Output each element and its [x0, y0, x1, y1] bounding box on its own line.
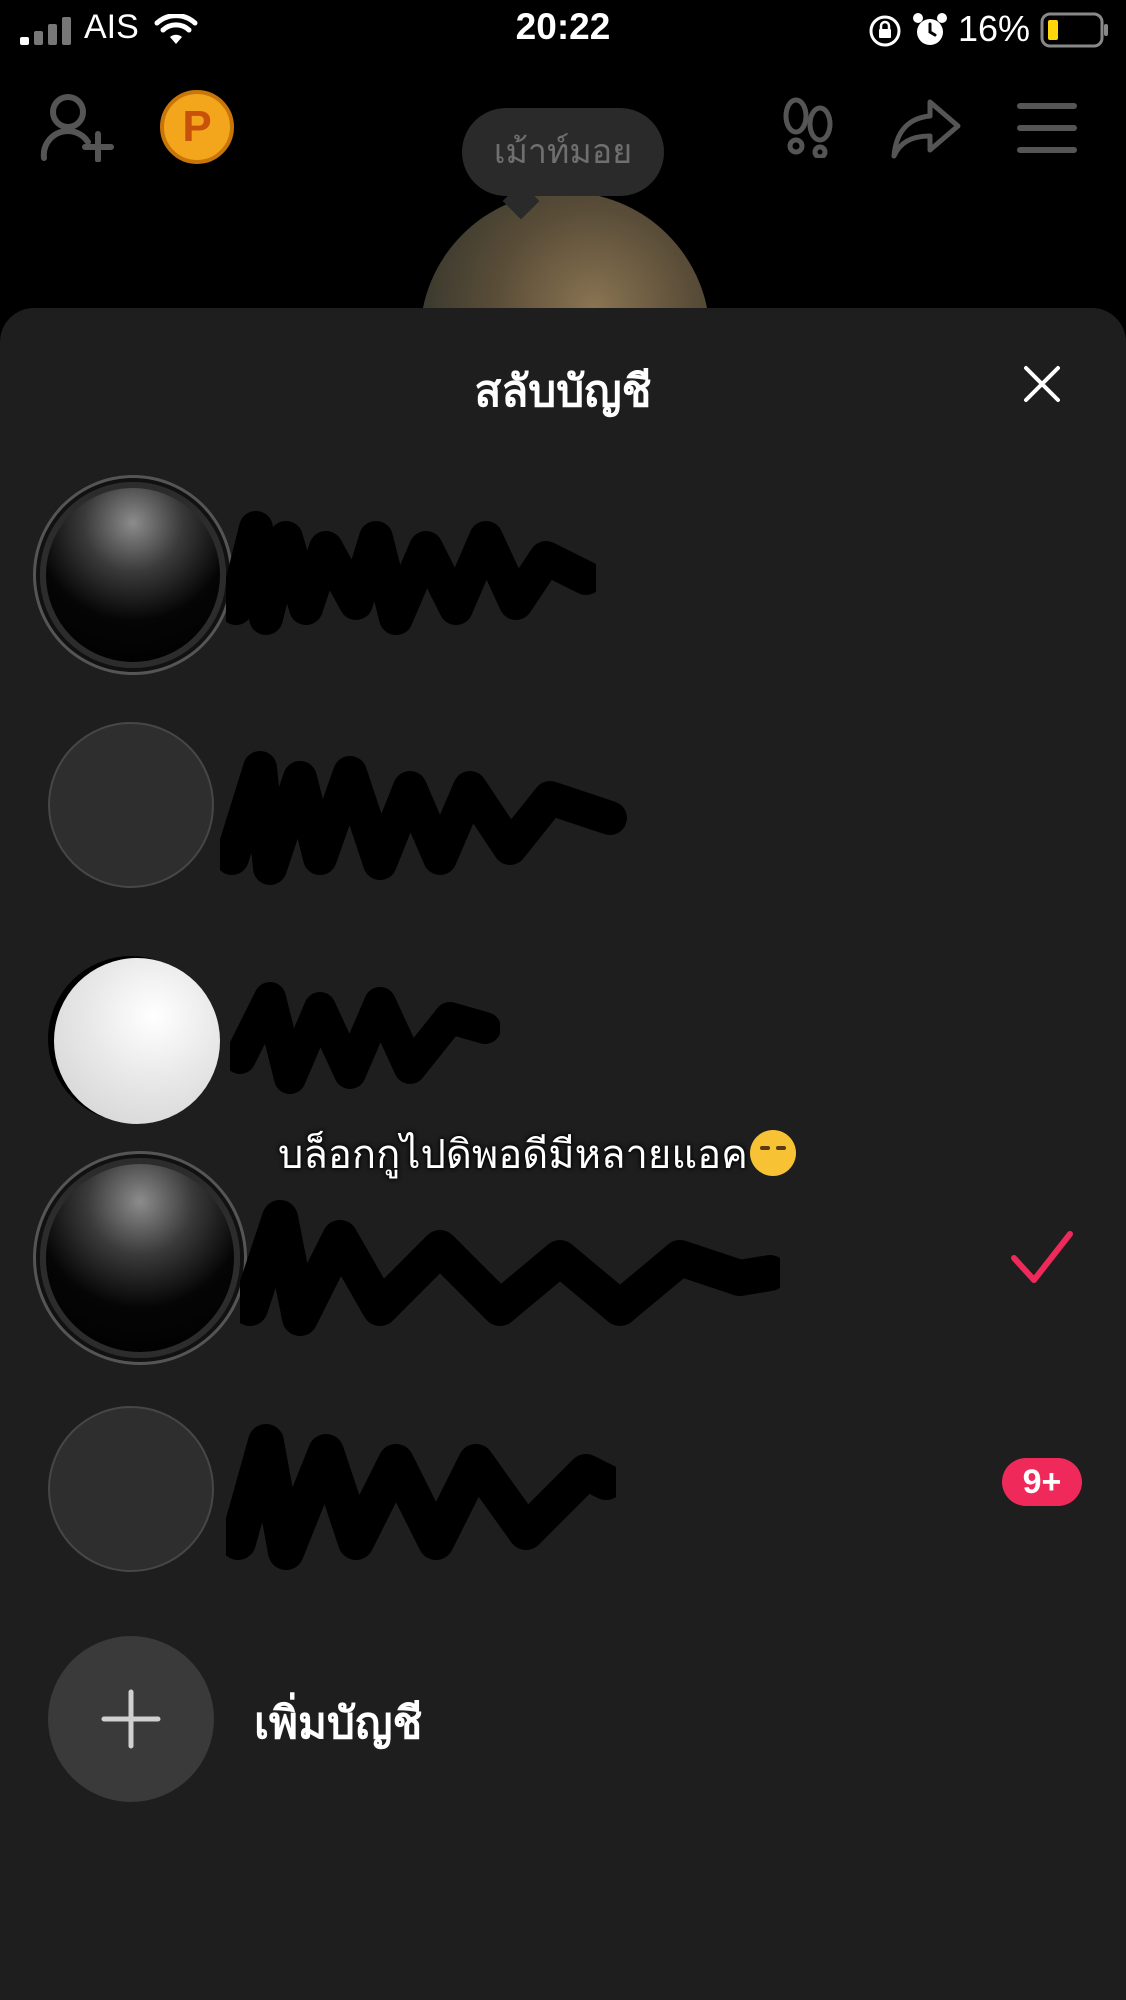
- status-bubble[interactable]: เม้าท์มอย: [462, 108, 664, 196]
- redacted-name: [220, 751, 627, 885]
- avatar: [40, 482, 226, 668]
- footprint-icon[interactable]: [776, 94, 840, 158]
- account-row[interactable]: [0, 448, 1126, 668]
- points-badge[interactable]: P: [160, 90, 234, 164]
- caption-overlay: บล็อกกูไปดิพอดีมีหลายแอค: [278, 1122, 796, 1186]
- account-row[interactable]: [0, 918, 1126, 1124]
- avatar: [40, 1158, 240, 1358]
- add-account-label: เพิ่มบัญชี: [254, 1698, 423, 1749]
- smirk-emoji-icon: [749, 1130, 796, 1176]
- add-user-icon[interactable]: [40, 90, 114, 162]
- sheet-title: สลับบัญชี: [474, 366, 652, 417]
- selected-check-icon: [1011, 1231, 1073, 1283]
- rotation-lock-icon: [869, 15, 901, 47]
- avatar: [54, 958, 220, 1124]
- alarm-icon: [913, 13, 947, 45]
- redacted-name: [240, 1200, 780, 1336]
- close-icon[interactable]: [1018, 360, 1066, 408]
- share-icon[interactable]: [890, 96, 962, 160]
- plus-icon: [101, 1689, 161, 1749]
- menu-icon[interactable]: [1016, 100, 1078, 156]
- notification-badge: 9+: [1002, 1458, 1082, 1506]
- account-row[interactable]: [0, 688, 1126, 888]
- add-account-button[interactable]: [48, 1636, 214, 1802]
- avatar: [48, 722, 214, 888]
- battery-percent: 16%: [958, 8, 1031, 49]
- avatar: [48, 1406, 214, 1572]
- add-account-row[interactable]: เพิ่มบัญชี: [0, 1636, 1126, 1816]
- redacted-name: [226, 511, 596, 635]
- status-bar: AIS 20:22 16%: [0, 0, 1126, 60]
- redacted-name: [230, 982, 500, 1094]
- profile-header: P เม้าท์มอย: [0, 60, 1126, 482]
- caption-text: บล็อกกูไปดิพอดีมีหลายแอค: [278, 1132, 748, 1178]
- account-row[interactable]: 9+: [0, 1372, 1126, 1572]
- battery-icon: [1040, 12, 1108, 48]
- redacted-name: [226, 1424, 616, 1570]
